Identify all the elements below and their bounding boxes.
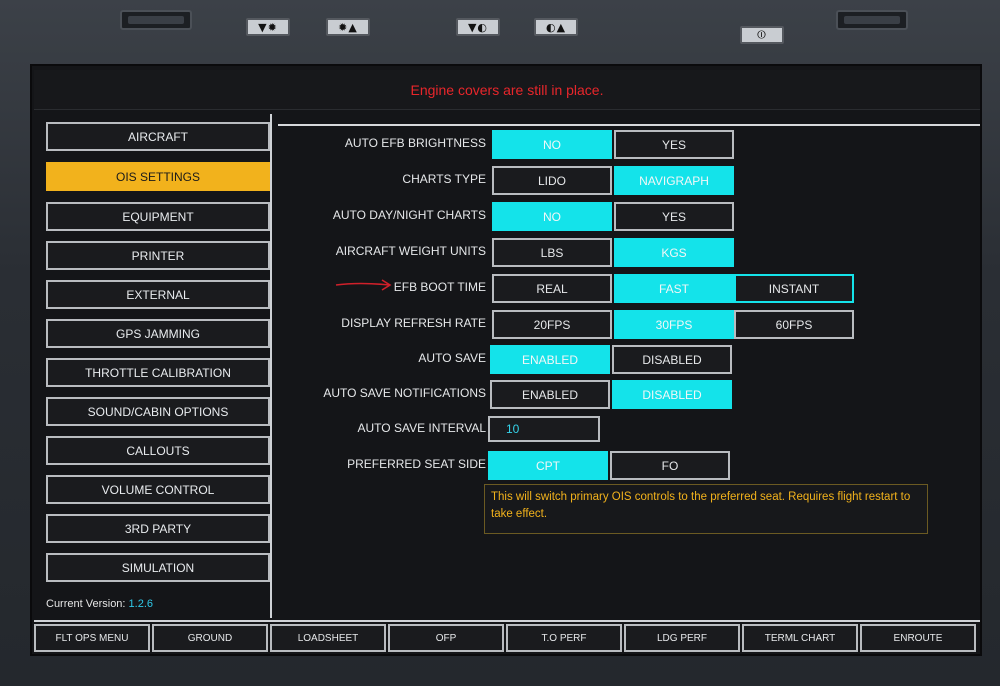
sidebar-item-3rd-party[interactable]: 3RD PARTY xyxy=(46,514,270,543)
seat-side-note: This will switch primary OIS controls to… xyxy=(484,484,928,534)
weight-units-kgs-button[interactable]: KGS xyxy=(614,238,734,267)
version-info: Current Version: 1.2.6 xyxy=(46,598,153,610)
efb-boot-time-real-button[interactable]: REAL xyxy=(492,274,612,303)
tab-ground[interactable]: GROUND xyxy=(152,624,268,652)
setting-label-auto-day-night-charts: AUTO DAY/NIGHT CHARTS xyxy=(332,208,486,222)
panel-divider xyxy=(278,124,980,126)
efb-screen: Engine covers are still in place. AIRCRA… xyxy=(30,64,982,656)
sidebar-item-ois-settings[interactable]: OIS SETTINGS xyxy=(46,162,270,191)
tab-ldg-perf[interactable]: LDG PERF xyxy=(624,624,740,652)
annotation-arrow-icon xyxy=(335,279,392,291)
setting-label-charts-type: CHARTS TYPE xyxy=(402,172,486,186)
settings-panel: AUTO EFB BRIGHTNESS NO YES CHARTS TYPE L… xyxy=(276,114,982,618)
sidebar-item-external[interactable]: EXTERNAL xyxy=(46,280,270,309)
efb-boot-time-fast-button[interactable]: FAST xyxy=(614,274,734,303)
alert-text: Engine covers are still in place. xyxy=(410,81,604,98)
refresh-rate-30fps-button[interactable]: 30FPS xyxy=(614,310,734,339)
sidebar-item-aircraft[interactable]: AIRCRAFT xyxy=(46,122,270,151)
tab-loadsheet[interactable]: LOADSHEET xyxy=(270,624,386,652)
sidebar-item-printer[interactable]: PRINTER xyxy=(46,241,270,270)
setting-label-auto-efb-brightness: AUTO EFB BRIGHTNESS xyxy=(344,136,486,150)
power-button[interactable]: ⏼ xyxy=(740,26,784,44)
sidebar-item-callouts[interactable]: CALLOUTS xyxy=(46,436,270,465)
auto-save-notifications-disabled-button[interactable]: DISABLED xyxy=(612,380,732,409)
auto-day-night-charts-no-button[interactable]: NO xyxy=(492,202,612,231)
sidebar-item-volume-control[interactable]: VOLUME CONTROL xyxy=(46,475,270,504)
setting-label-auto-save-notifications: AUTO SAVE NOTIFICATIONS xyxy=(323,386,486,400)
sidebar-item-equipment[interactable]: EQUIPMENT xyxy=(46,202,270,231)
sidebar-item-sound-cabin-options[interactable]: SOUND/CABIN OPTIONS xyxy=(46,397,270,426)
contrast-up-button[interactable]: ◐▲ xyxy=(534,18,578,36)
sidebar-item-simulation[interactable]: SIMULATION xyxy=(46,553,270,582)
seat-side-fo-button[interactable]: FO xyxy=(610,451,730,480)
weight-units-lbs-button[interactable]: LBS xyxy=(492,238,612,267)
auto-save-enabled-button[interactable]: ENABLED xyxy=(490,345,610,374)
refresh-rate-60fps-button[interactable]: 60FPS xyxy=(734,310,854,339)
sidebar-item-throttle-calibration[interactable]: THROTTLE CALIBRATION xyxy=(46,358,270,387)
sidebar-menu: AIRCRAFT OIS SETTINGS EQUIPMENT PRINTER … xyxy=(34,114,272,618)
auto-efb-brightness-yes-button[interactable]: YES xyxy=(614,130,734,159)
efb-boot-time-instant-button[interactable]: INSTANT xyxy=(734,274,854,303)
setting-label-aircraft-weight-units: AIRCRAFT WEIGHT UNITS xyxy=(335,244,486,258)
auto-save-disabled-button[interactable]: DISABLED xyxy=(612,345,732,374)
alert-banner: Engine covers are still in place. xyxy=(34,70,980,110)
bottom-tab-bar: FLT OPS MENU GROUND LOADSHEET OFP T.O PE… xyxy=(34,620,980,654)
bezel-slot-left xyxy=(120,10,192,30)
auto-save-interval-input[interactable]: 10 xyxy=(488,416,600,442)
setting-label-preferred-seat-side: PREFERRED SEAT SIDE xyxy=(347,457,486,471)
setting-label-auto-save-interval: AUTO SAVE INTERVAL xyxy=(357,421,486,435)
tab-flt-ops-menu[interactable]: FLT OPS MENU xyxy=(34,624,150,652)
setting-label-auto-save: AUTO SAVE xyxy=(418,351,486,365)
contrast-down-button[interactable]: ▼◐ xyxy=(456,18,500,36)
tab-to-perf[interactable]: T.O PERF xyxy=(506,624,622,652)
brightness-down-button[interactable]: ▼✹ xyxy=(246,18,290,36)
auto-efb-brightness-no-button[interactable]: NO xyxy=(492,130,612,159)
auto-day-night-charts-yes-button[interactable]: YES xyxy=(614,202,734,231)
brightness-up-button[interactable]: ✹▲ xyxy=(326,18,370,36)
setting-label-display-refresh-rate: DISPLAY REFRESH RATE xyxy=(341,316,486,330)
refresh-rate-20fps-button[interactable]: 20FPS xyxy=(492,310,612,339)
tab-enroute[interactable]: ENROUTE xyxy=(860,624,976,652)
charts-type-navigraph-button[interactable]: NAVIGRAPH xyxy=(614,166,734,195)
tab-terml-chart[interactable]: TERML CHART xyxy=(742,624,858,652)
auto-save-notifications-enabled-button[interactable]: ENABLED xyxy=(490,380,610,409)
seat-side-cpt-button[interactable]: CPT xyxy=(488,451,608,480)
charts-type-lido-button[interactable]: LIDO xyxy=(492,166,612,195)
sidebar-item-gps-jamming[interactable]: GPS JAMMING xyxy=(46,319,270,348)
version-value: 1.2.6 xyxy=(128,598,154,610)
tab-ofp[interactable]: OFP xyxy=(388,624,504,652)
version-label: Current Version: xyxy=(46,598,126,610)
bezel-slot-right xyxy=(836,10,908,30)
